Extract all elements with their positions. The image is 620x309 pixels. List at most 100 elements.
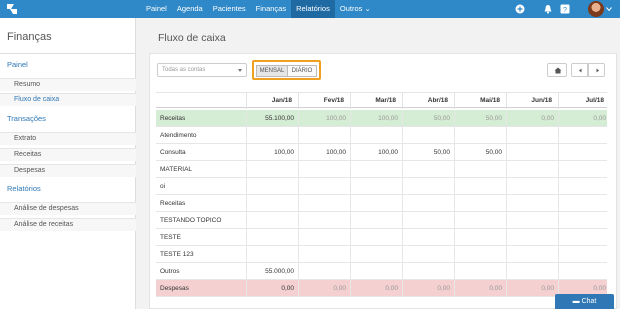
table-cell: 55.000,00 xyxy=(246,263,298,280)
table-cell xyxy=(506,212,558,229)
nav-item-painel[interactable]: Painel xyxy=(141,0,172,18)
table-cell xyxy=(558,229,610,246)
chat-button[interactable]: ▬ Chat xyxy=(555,294,614,309)
account-select-value: Todas as contas xyxy=(162,67,206,73)
table-cell xyxy=(506,195,558,212)
column-header: Jul/18 xyxy=(558,93,610,109)
table-cell xyxy=(506,144,558,161)
avatar[interactable] xyxy=(588,1,604,17)
column-header: Mar/18 xyxy=(350,93,402,109)
mensal-button[interactable]: MENSAL xyxy=(256,65,288,77)
help-icon[interactable]: ? xyxy=(560,4,570,14)
table-cell xyxy=(506,127,558,144)
table-cell: 0,00 xyxy=(506,280,558,297)
column-header: Jan/18 xyxy=(246,93,298,109)
home-button[interactable] xyxy=(547,63,567,77)
account-select[interactable]: Todas as contas xyxy=(157,63,247,77)
table-cell: 50,00 xyxy=(402,144,454,161)
sidebar-item-analise-receitas[interactable]: Análise de receitas xyxy=(0,218,136,231)
chat-icon: ▬ xyxy=(572,298,582,305)
main-nav: Painel Agenda Pacientes Finanças Relatór… xyxy=(141,0,376,18)
sidebar-item-analise-despesas[interactable]: Análise de despesas xyxy=(0,202,136,215)
nav-item-financas[interactable]: Finanças xyxy=(251,0,291,18)
table-cell xyxy=(298,161,350,178)
sidebar-section-transacoes[interactable]: Transações xyxy=(7,114,46,123)
sidebar-section-relatorios[interactable]: Relatórios xyxy=(7,184,41,193)
table-cell xyxy=(350,127,402,144)
table-cell: 0,00 xyxy=(506,110,558,127)
sidebar-item-despesas[interactable]: Despesas xyxy=(0,164,136,177)
table-cell xyxy=(350,195,402,212)
top-navbar: Painel Agenda Pacientes Finanças Relatór… xyxy=(0,0,620,18)
table-row: TESTE xyxy=(156,229,607,246)
table-cell xyxy=(402,178,454,195)
row-label: TESTANDO TOPICO xyxy=(160,217,222,224)
row-label: Consulta xyxy=(160,149,186,156)
sidebar-title: Finanças xyxy=(7,31,52,43)
sidebar-item-extrato[interactable]: Extrato xyxy=(0,132,136,145)
table-row: TESTANDO TOPICO xyxy=(156,212,607,229)
table-cell xyxy=(298,195,350,212)
table-cell xyxy=(402,263,454,280)
table-cell xyxy=(350,161,402,178)
row-label: Despesas xyxy=(160,285,189,292)
sidebar-item-receitas[interactable]: Receitas xyxy=(0,148,136,161)
table-cell xyxy=(246,229,298,246)
caret-down-icon xyxy=(238,69,242,72)
table-cell xyxy=(558,127,610,144)
table-cell: 100,00 xyxy=(246,144,298,161)
table-cell xyxy=(402,127,454,144)
table-cell: 55.100,00 xyxy=(246,110,298,127)
table-cell xyxy=(454,178,506,195)
table-cell: 0,00 xyxy=(454,280,506,297)
table-cell: 0,00 xyxy=(298,280,350,297)
plus-icon[interactable] xyxy=(515,4,525,14)
table-row: Outros 55.000,00 xyxy=(156,263,607,280)
logo-icon[interactable] xyxy=(5,3,19,15)
row-label: oi xyxy=(160,183,166,190)
chevron-down-icon[interactable] xyxy=(606,6,612,12)
nav-item-pacientes[interactable]: Pacientes xyxy=(208,0,251,18)
row-label: Atendimento xyxy=(160,132,197,139)
prev-button[interactable] xyxy=(571,63,588,77)
column-header: Mai/18 xyxy=(454,93,506,109)
row-label: Receitas xyxy=(160,115,186,122)
table-cell xyxy=(454,212,506,229)
table-cell xyxy=(246,161,298,178)
row-label: TESTE xyxy=(160,234,181,241)
table-cell xyxy=(298,229,350,246)
page-title: Fluxo de caixa xyxy=(158,32,226,44)
table-cell xyxy=(558,195,610,212)
table-row: Receitas 55.100,00 100,00 100,00 50,00 50,00 0… xyxy=(156,110,607,127)
next-button[interactable] xyxy=(588,63,605,77)
nav-item-outros[interactable]: Outros ⌄ xyxy=(335,0,376,18)
sidebar-item-resumo[interactable]: Resumo xyxy=(0,78,136,91)
table-cell xyxy=(506,161,558,178)
table-cell xyxy=(454,161,506,178)
table-cell: 0,00 xyxy=(246,280,298,297)
table-cell: 100,00 xyxy=(350,110,402,127)
divider xyxy=(0,53,136,54)
row-label: Receitas xyxy=(160,200,186,207)
table-cell xyxy=(558,212,610,229)
row-label: Outros xyxy=(160,268,180,275)
home-icon xyxy=(554,67,562,74)
table-cell xyxy=(350,212,402,229)
table-cell: 50,00 xyxy=(454,110,506,127)
table-cell xyxy=(298,127,350,144)
bell-icon[interactable] xyxy=(543,4,553,14)
table-cell xyxy=(402,229,454,246)
table-row: Atendimento xyxy=(156,127,607,144)
table-cell xyxy=(506,178,558,195)
sidebar-section-painel[interactable]: Painel xyxy=(7,60,28,69)
table-cell xyxy=(454,246,506,263)
table-cell: 0,00 xyxy=(558,110,610,127)
nav-item-relatorios[interactable]: Relatórios xyxy=(291,0,335,18)
table-header: Jan/18 Fev/18 Mar/18 Abr/18 Mai/18 Jun/18 Jul/… xyxy=(156,92,610,109)
sidebar-item-fluxo-de-caixa[interactable]: Fluxo de caixa xyxy=(0,93,136,106)
nav-item-agenda[interactable]: Agenda xyxy=(172,0,208,18)
table-cell xyxy=(298,246,350,263)
table-cell xyxy=(350,263,402,280)
table-cell xyxy=(506,263,558,280)
diario-button[interactable]: DIÁRIO xyxy=(287,65,317,77)
